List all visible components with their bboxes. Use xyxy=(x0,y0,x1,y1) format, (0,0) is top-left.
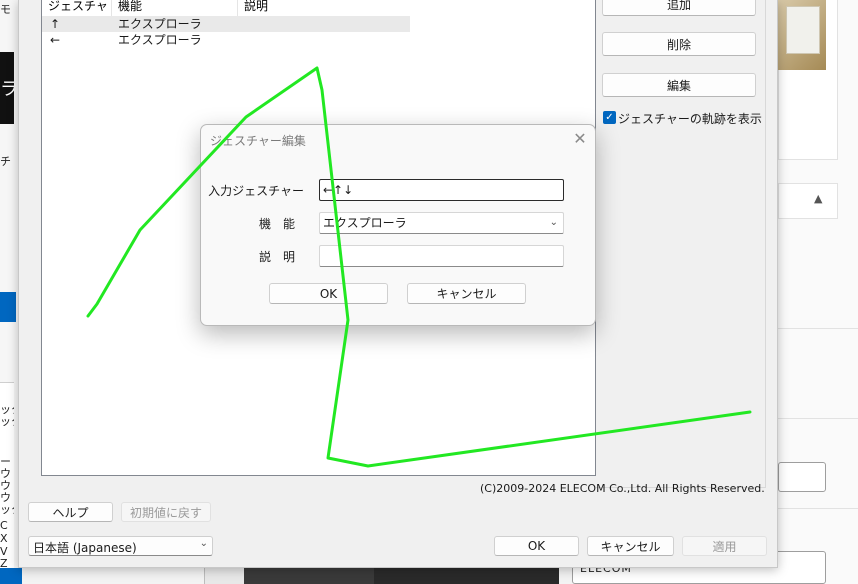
input-gesture-field[interactable]: ←↑↓ xyxy=(319,179,564,201)
dialog-title: ジェスチャー編集 xyxy=(210,134,306,148)
gesture-cell: ← xyxy=(50,33,61,47)
list-item[interactable]: ← エクスプローラ xyxy=(42,32,410,48)
background-label: ー xyxy=(0,456,11,468)
background-label: V xyxy=(0,546,8,558)
apply-button[interactable]: 適用 xyxy=(682,536,767,556)
background-label: ック xyxy=(0,404,14,416)
background-input[interactable] xyxy=(778,462,826,492)
function-select-value: エクスプローラ xyxy=(323,216,407,230)
reset-defaults-button[interactable]: 初期値に戻す xyxy=(121,502,211,522)
cancel-button[interactable]: キャンセル xyxy=(587,536,674,556)
dialog-ok-button[interactable]: OK xyxy=(269,283,388,304)
column-header-gesture[interactable]: ジェスチャー xyxy=(42,0,112,24)
background-label: ウ xyxy=(0,468,11,480)
function-cell: エクスプローラ xyxy=(118,33,202,47)
show-trail-label[interactable]: ジェスチャーの軌跡を表示 xyxy=(618,110,762,127)
language-select-value: 日本語 (Japanese) xyxy=(33,541,137,555)
description-field[interactable] xyxy=(319,245,564,267)
background-label: ック xyxy=(0,416,14,428)
column-header-description[interactable]: 説明 xyxy=(238,0,410,16)
background-accordion[interactable] xyxy=(778,183,838,219)
list-item[interactable]: ↑ エクスプローラ xyxy=(42,16,410,32)
divider xyxy=(778,328,858,329)
close-icon[interactable]: ✕ xyxy=(568,128,592,150)
copyright-text: (C)2009-2024 ELECOM Co.,Ltd. All Rights … xyxy=(480,482,765,495)
background-selected-item xyxy=(0,568,22,584)
background-label: X xyxy=(0,533,8,545)
column-header-function[interactable]: 機能 xyxy=(112,0,238,16)
background-label: モ xyxy=(0,4,11,16)
function-select[interactable]: エクスプローラ ⌄ xyxy=(319,212,564,234)
edit-button[interactable]: 編集 xyxy=(602,73,756,97)
show-trail-checkbox[interactable]: ✓ xyxy=(603,111,616,124)
dialog-cancel-button[interactable]: キャンセル xyxy=(407,283,526,304)
gesture-list-header: ジェスチャー 機能 説明 xyxy=(42,0,595,24)
background-label: ック xyxy=(0,504,14,516)
ok-button[interactable]: OK xyxy=(494,536,579,556)
chevron-down-icon: ⌄ xyxy=(199,538,208,549)
background-label: C xyxy=(0,520,8,532)
background-label: ウ xyxy=(0,492,11,504)
background-bottom-bar xyxy=(244,568,374,584)
function-cell: エクスプローラ xyxy=(118,17,202,31)
function-label: 機 能 xyxy=(258,217,295,231)
background-label: ウ xyxy=(0,480,11,492)
background-label: チ xyxy=(0,156,11,168)
help-button[interactable]: ヘルプ xyxy=(28,502,113,522)
input-gesture-label: 入力ジェスチャー xyxy=(208,184,304,198)
delete-button[interactable]: 削除 xyxy=(602,32,756,56)
divider xyxy=(778,508,858,509)
product-image-package xyxy=(786,6,820,54)
add-button[interactable]: 追加 xyxy=(602,0,756,16)
chevron-up-icon[interactable]: ▲ xyxy=(814,192,822,205)
checkmark-icon: ✓ xyxy=(605,112,614,123)
background-label: ラ xyxy=(0,80,14,100)
gesture-cell: ↑ xyxy=(50,17,61,31)
description-label: 説 明 xyxy=(258,250,295,264)
language-select[interactable]: 日本語 (Japanese) ⌄ xyxy=(28,536,213,556)
background-selected-item xyxy=(0,292,16,322)
divider xyxy=(778,418,858,419)
chevron-down-icon: ⌄ xyxy=(549,217,558,228)
